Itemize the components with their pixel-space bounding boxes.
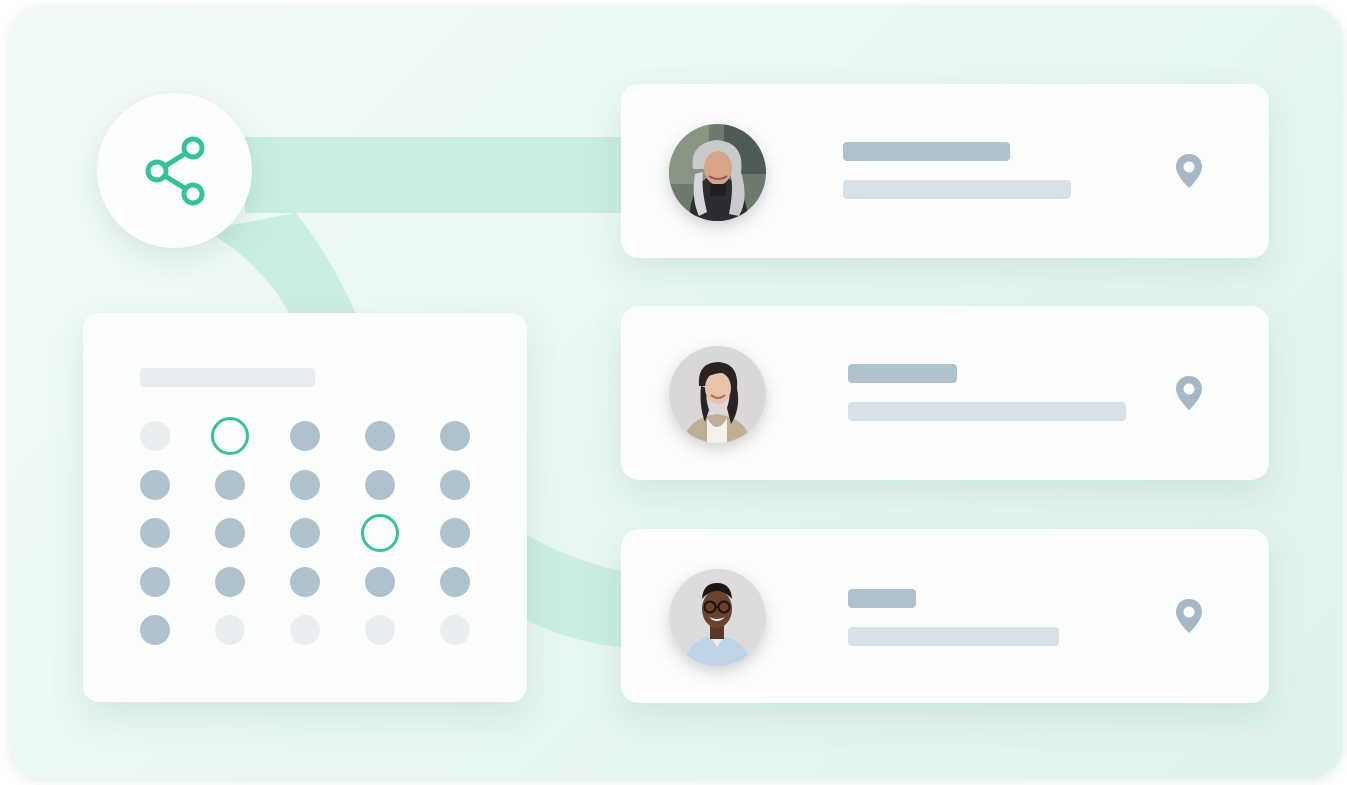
share-icon [145, 136, 204, 205]
calendar-day[interactable] [215, 469, 245, 500]
calendar-day[interactable] [215, 518, 245, 548]
name-placeholder-bar [848, 364, 957, 383]
calendar-card [83, 313, 527, 702]
calendar-day[interactable] [290, 518, 320, 548]
person-card-3[interactable] [621, 529, 1269, 703]
name-placeholder-bar [848, 589, 916, 608]
calendar-day[interactable] [290, 566, 320, 597]
share-button[interactable] [97, 93, 252, 248]
calendar-day[interactable] [140, 566, 170, 597]
location-pin-icon[interactable] [1174, 152, 1204, 190]
calendar-header-placeholder [140, 368, 315, 387]
connector-diagonal [205, 213, 358, 318]
calendar-day-selected[interactable] [211, 417, 249, 455]
calendar-day[interactable] [290, 421, 320, 451]
avatar-woman-gray-hair [669, 124, 766, 221]
calendar-day[interactable] [365, 566, 395, 597]
calendar-day[interactable] [215, 615, 245, 645]
detail-placeholder-bar [848, 627, 1059, 646]
calendar-day[interactable] [440, 421, 470, 451]
calendar-day[interactable] [290, 615, 320, 645]
calendar-day[interactable] [440, 615, 470, 645]
calendar-day[interactable] [365, 469, 395, 500]
calendar-day[interactable] [140, 421, 170, 451]
calendar-day[interactable] [440, 518, 470, 548]
calendar-day[interactable] [290, 469, 320, 500]
calendar-day[interactable] [440, 566, 470, 597]
calendar-day[interactable] [365, 615, 395, 645]
calendar-day[interactable] [140, 469, 170, 500]
calendar-day[interactable] [365, 421, 395, 451]
location-pin-icon[interactable] [1174, 374, 1204, 412]
calendar-day-selected[interactable] [361, 514, 399, 552]
person-card-1[interactable] [621, 84, 1269, 258]
detail-placeholder-bar [848, 402, 1126, 421]
name-placeholder-bar [843, 142, 1010, 161]
connector-bottom [527, 535, 625, 648]
calendar-day[interactable] [140, 615, 170, 645]
calendar-day[interactable] [440, 469, 470, 500]
calendar-day[interactable] [215, 566, 245, 597]
avatar-man-glasses [669, 569, 766, 666]
person-card-2[interactable] [621, 306, 1269, 480]
location-pin-icon[interactable] [1174, 597, 1204, 635]
detail-placeholder-bar [843, 180, 1071, 199]
avatar-woman-dark-hair [669, 346, 766, 443]
calendar-day[interactable] [140, 518, 170, 548]
connector-top [245, 137, 625, 213]
